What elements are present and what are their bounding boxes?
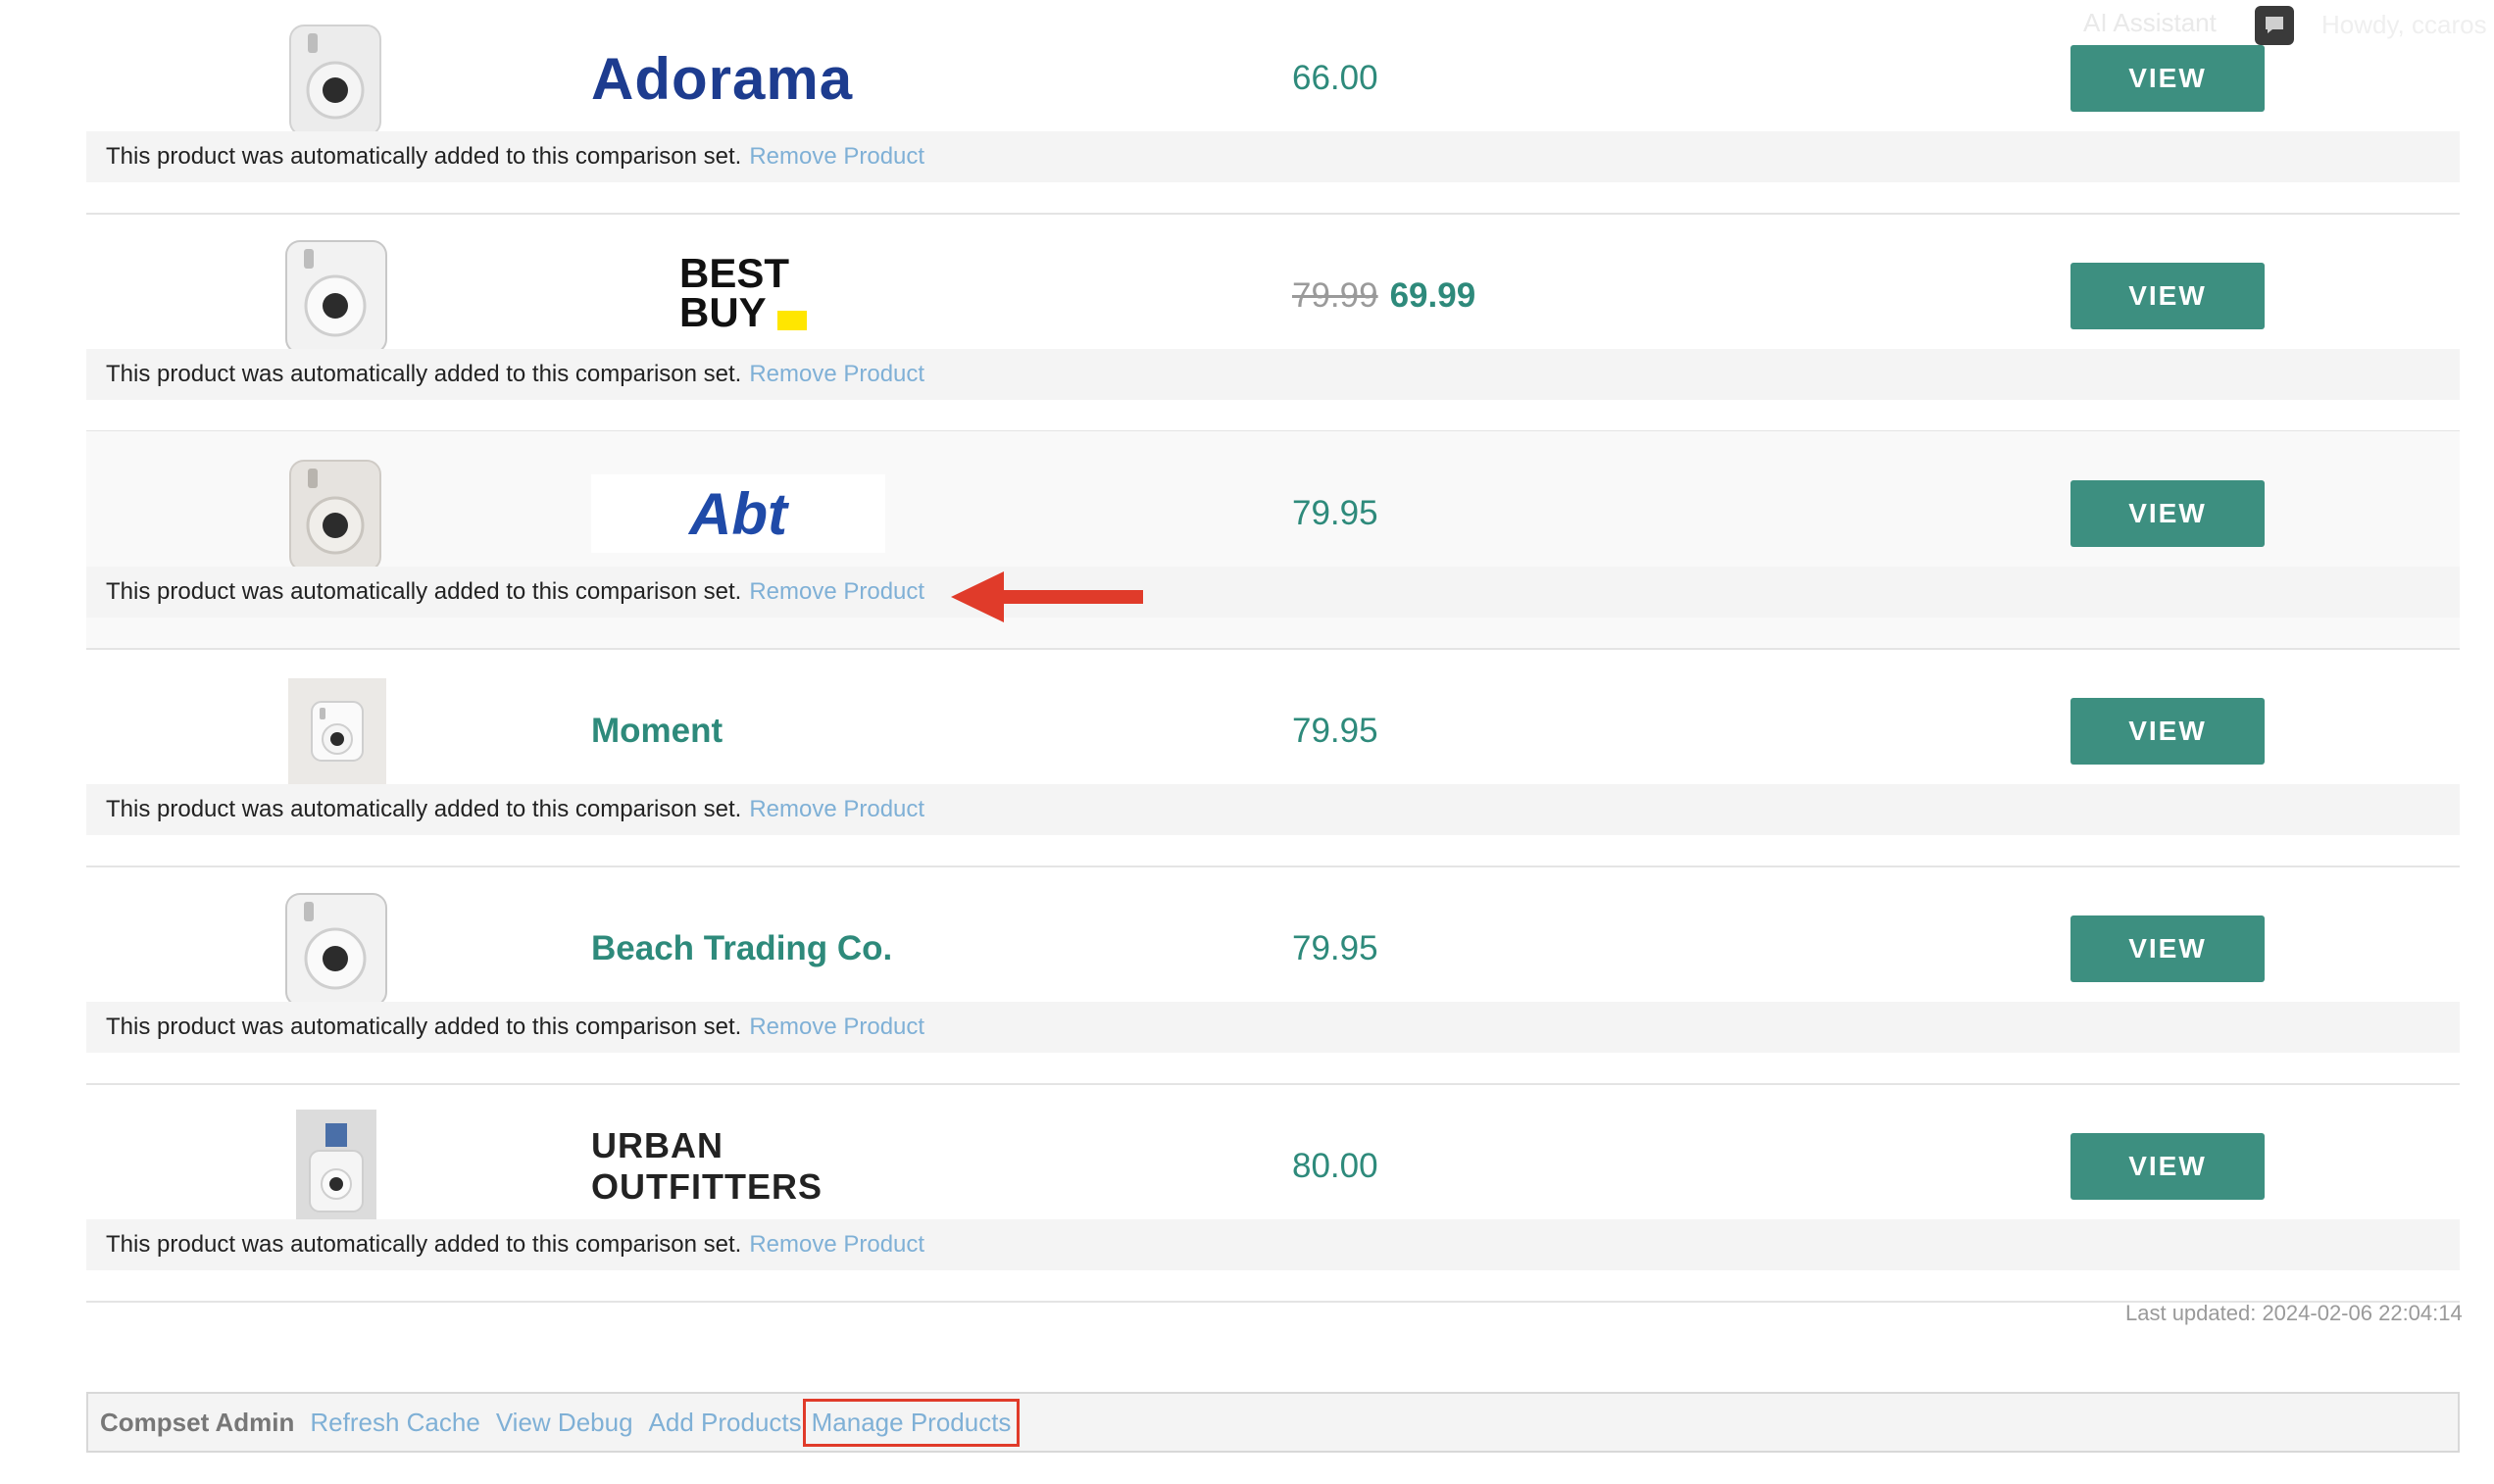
- store-logo: Abt: [591, 455, 944, 572]
- product-row: Moment 79.95 VIEW This product was autom…: [86, 649, 2460, 867]
- annotation-arrow-icon: [951, 571, 1143, 622]
- price: 66.00: [1292, 20, 1378, 137]
- product-thumbnail: [282, 455, 390, 572]
- view-button[interactable]: VIEW: [2070, 698, 2265, 765]
- store-logo: Adorama: [591, 20, 944, 137]
- current-price: 79.95: [1292, 929, 1378, 967]
- remove-product-link[interactable]: Remove Product: [749, 578, 924, 606]
- view-debug-link[interactable]: View Debug: [496, 1408, 633, 1438]
- product-row: Beach Trading Co. 79.95 VIEW This produc…: [86, 866, 2460, 1085]
- store-name-text[interactable]: Beach Trading Co.: [591, 929, 892, 968]
- last-updated-text: Last updated: 2024-02-06 22:04:14: [2125, 1301, 2463, 1325]
- remove-product-link[interactable]: Remove Product: [749, 1014, 924, 1041]
- auto-added-notice: This product was automatically added to …: [86, 1002, 2460, 1053]
- price: 79.95: [1292, 455, 1378, 572]
- price: 79.99 69.99: [1292, 237, 1475, 355]
- auto-added-notice: This product was automatically added to …: [86, 567, 2460, 618]
- old-price: 79.99: [1292, 276, 1378, 315]
- urban-outfitters-logo: URBAN OUTFITTERS: [591, 1125, 823, 1207]
- refresh-cache-link[interactable]: Refresh Cache: [310, 1408, 479, 1438]
- auto-added-notice: This product was automatically added to …: [86, 349, 2460, 400]
- product-thumbnail: [282, 890, 390, 1008]
- price: 79.95: [1292, 890, 1378, 1008]
- store-logo: URBAN OUTFITTERS: [591, 1108, 944, 1225]
- remove-product-link[interactable]: Remove Product: [749, 1231, 924, 1259]
- product-row: BEST BUY 79.99 69.99 VIEW This product w…: [86, 214, 2460, 432]
- product-thumbnail: [282, 1108, 390, 1225]
- view-button[interactable]: VIEW: [2070, 45, 2265, 112]
- store-logo: BEST BUY: [591, 237, 944, 355]
- current-price: 79.95: [1292, 494, 1378, 532]
- product-thumbnail: [282, 672, 390, 790]
- store-name: Moment: [591, 672, 944, 790]
- abt-logo: Abt: [591, 474, 885, 553]
- price: 79.95: [1292, 672, 1378, 790]
- notice-text: This product was automatically added to …: [106, 578, 742, 605]
- view-button[interactable]: VIEW: [2070, 915, 2265, 982]
- view-button[interactable]: VIEW: [2070, 480, 2265, 547]
- product-row: Abt 79.95 VIEW This product was automati…: [86, 431, 2460, 650]
- notice-text: This product was automatically added to …: [106, 143, 742, 170]
- product-thumbnail: [282, 20, 390, 137]
- product-row: Adorama 66.00 VIEW This product was auto…: [86, 0, 2460, 215]
- notice-text: This product was automatically added to …: [106, 796, 742, 822]
- auto-added-notice: This product was automatically added to …: [86, 1219, 2460, 1270]
- admin-title: Compset Admin: [100, 1407, 295, 1437]
- remove-product-link[interactable]: Remove Product: [749, 796, 924, 823]
- best-buy-logo: BEST BUY: [679, 253, 817, 338]
- notice-text: This product was automatically added to …: [106, 361, 742, 387]
- remove-product-link[interactable]: Remove Product: [749, 143, 924, 171]
- notice-text: This product was automatically added to …: [106, 1231, 742, 1258]
- current-price: 69.99: [1389, 276, 1476, 315]
- view-button[interactable]: VIEW: [2070, 1133, 2265, 1200]
- best-buy-tag-icon: [777, 311, 807, 330]
- current-price: 66.00: [1292, 59, 1378, 97]
- current-price: 80.00: [1292, 1147, 1378, 1185]
- product-thumbnail: [282, 237, 390, 355]
- compset-admin-bar: Compset Admin Refresh Cache View Debug A…: [86, 1392, 2460, 1453]
- current-price: 79.95: [1292, 712, 1378, 750]
- remove-product-link[interactable]: Remove Product: [749, 361, 924, 388]
- store-name-text[interactable]: Moment: [591, 712, 723, 751]
- view-button[interactable]: VIEW: [2070, 263, 2265, 329]
- auto-added-notice: This product was automatically added to …: [86, 784, 2460, 835]
- product-row: URBAN OUTFITTERS 80.00 VIEW This product…: [86, 1084, 2460, 1303]
- adorama-logo: Adorama: [591, 45, 854, 112]
- auto-added-notice: This product was automatically added to …: [86, 131, 2460, 182]
- manage-products-link[interactable]: Manage Products: [802, 1398, 1021, 1447]
- price: 80.00: [1292, 1108, 1378, 1225]
- notice-text: This product was automatically added to …: [106, 1014, 742, 1040]
- add-products-link[interactable]: Add Products: [649, 1408, 802, 1438]
- store-name: Beach Trading Co.: [591, 890, 944, 1008]
